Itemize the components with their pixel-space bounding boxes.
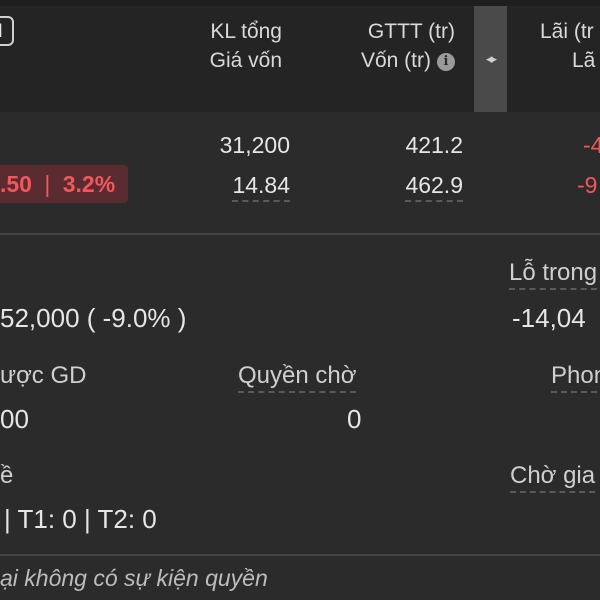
- quyen-cho-label[interactable]: Quyền chờ: [238, 360, 357, 393]
- footer-divider: [0, 554, 600, 556]
- phong-text: Phon: [551, 362, 600, 393]
- position-change: 52,000 ( -9.0% ): [0, 303, 187, 333]
- header-lai[interactable]: Lãi (tr: [540, 17, 594, 47]
- no-rights-event-note: ại không có sự kiện quyền: [0, 565, 268, 591]
- phong-label[interactable]: Phon: [551, 360, 600, 393]
- section-divider: [0, 233, 600, 235]
- duoc-gd-label: ược GD: [0, 362, 87, 389]
- info-icon[interactable]: i: [437, 53, 455, 71]
- change-percent: 3.2%: [62, 171, 116, 197]
- gia-von-value: 14.84: [232, 172, 290, 202]
- von-cell: 462.9: [405, 170, 463, 202]
- lai-value: -4: [583, 132, 600, 158]
- cho-giao-text: Chờ gia: [510, 462, 596, 493]
- cho-giao-label[interactable]: Chờ gia: [510, 460, 596, 493]
- quyen-cho-value: 0: [347, 404, 362, 434]
- lo-trong-text: Lỗ trong: [509, 259, 598, 290]
- von-value: 462.9: [405, 172, 463, 202]
- header-von-label: Vốn (tr): [360, 49, 431, 72]
- duoc-gd-value: 00: [0, 404, 29, 434]
- header-gttt[interactable]: GTTT (tr): [368, 17, 455, 47]
- header-von[interactable]: Vốn (tr) i: [361, 46, 455, 76]
- quyen-cho-text: Quyền chờ: [238, 362, 357, 393]
- price-change-badge: .50 | 3.2%: [0, 165, 128, 203]
- header-kl-tong[interactable]: KL tổng: [210, 17, 282, 47]
- header-lai-pct[interactable]: Lã: [572, 46, 595, 76]
- gia-von-cell: 14.84: [232, 170, 290, 202]
- change-separator: |: [44, 171, 51, 197]
- kl-tong-value: 31,200: [219, 132, 290, 158]
- lo-trong-value: -14,04: [512, 303, 586, 333]
- settlement-values: | T1: 0 | T2: 0: [4, 504, 157, 534]
- lai-pct-value: -9: [577, 172, 598, 198]
- change-value: .50: [0, 171, 32, 197]
- gttt-value: 421.2: [405, 132, 463, 158]
- ve-label: ề: [0, 462, 14, 489]
- header-toggle-button[interactable]: l: [0, 16, 14, 46]
- header-gia-von[interactable]: Giá vốn: [210, 46, 282, 76]
- horizontal-arrows-icon: ◂▸: [485, 51, 497, 66]
- column-scroll-handle[interactable]: ◂▸: [474, 6, 507, 112]
- table-header: [0, 6, 600, 112]
- lo-trong-label[interactable]: Lỗ trong: [509, 257, 598, 290]
